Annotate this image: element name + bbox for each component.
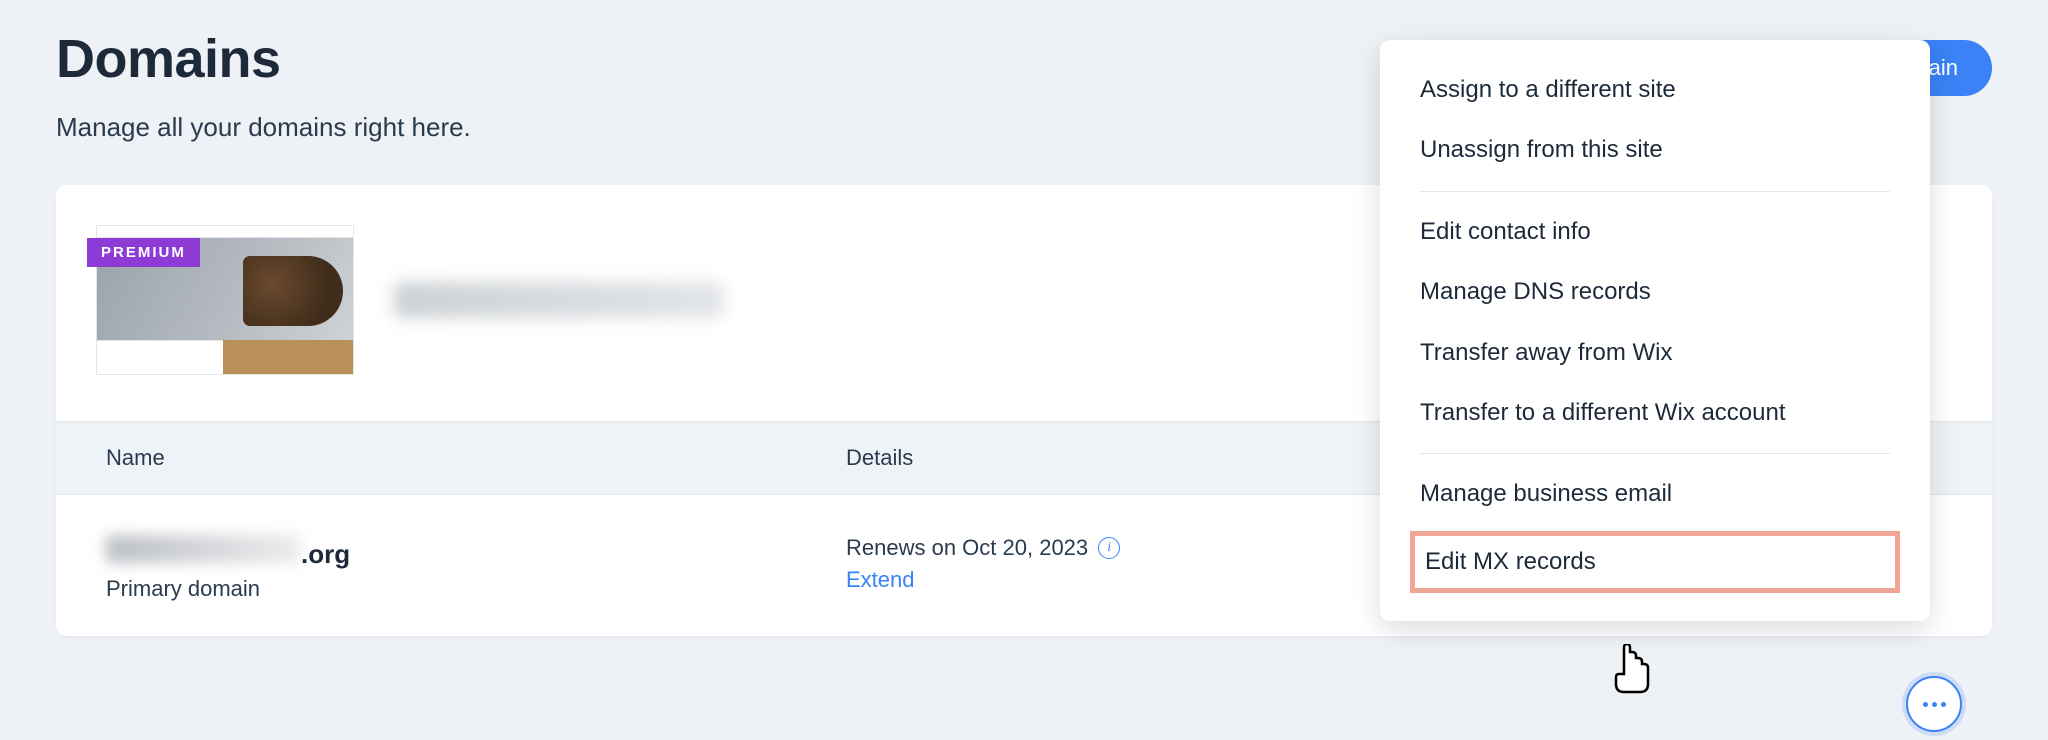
- menu-edit-mx[interactable]: Edit MX records: [1425, 546, 1885, 578]
- domain-actions-menu: Assign to a different site Unassign from…: [1380, 40, 1930, 621]
- domain-name-cell: .org Primary domain: [106, 535, 846, 602]
- menu-edit-contact[interactable]: Edit contact info: [1380, 202, 1930, 262]
- page-subtitle: Manage all your domains right here.: [56, 112, 471, 143]
- domain-tld: .org: [301, 539, 350, 570]
- extend-link[interactable]: Extend: [846, 567, 915, 593]
- title-block: Domains Manage all your domains right he…: [56, 28, 471, 143]
- site-name-blurred: [394, 282, 724, 318]
- renew-text: Renews on Oct 20, 2023: [846, 535, 1088, 561]
- menu-edit-mx-highlight: Edit MX records: [1410, 531, 1900, 593]
- menu-manage-email[interactable]: Manage business email: [1380, 464, 1930, 524]
- col-name-header: Name: [106, 445, 846, 471]
- domain-subtitle: Primary domain: [106, 576, 846, 602]
- domain-name-blurred: [106, 535, 301, 563]
- menu-unassign-site[interactable]: Unassign from this site: [1380, 120, 1930, 180]
- menu-manage-dns[interactable]: Manage DNS records: [1380, 262, 1930, 322]
- menu-assign-site[interactable]: Assign to a different site: [1380, 60, 1930, 120]
- info-icon[interactable]: i: [1098, 537, 1120, 559]
- more-actions-button[interactable]: [1906, 676, 1962, 732]
- pointer-cursor-icon: [1610, 644, 1654, 696]
- menu-separator: [1420, 191, 1890, 192]
- page-title: Domains: [56, 28, 471, 90]
- premium-badge: PREMIUM: [87, 238, 200, 267]
- menu-separator-2: [1420, 453, 1890, 454]
- menu-transfer-away[interactable]: Transfer away from Wix: [1380, 323, 1930, 383]
- menu-transfer-account[interactable]: Transfer to a different Wix account: [1380, 383, 1930, 443]
- site-thumbnail[interactable]: PREMIUM: [96, 225, 354, 375]
